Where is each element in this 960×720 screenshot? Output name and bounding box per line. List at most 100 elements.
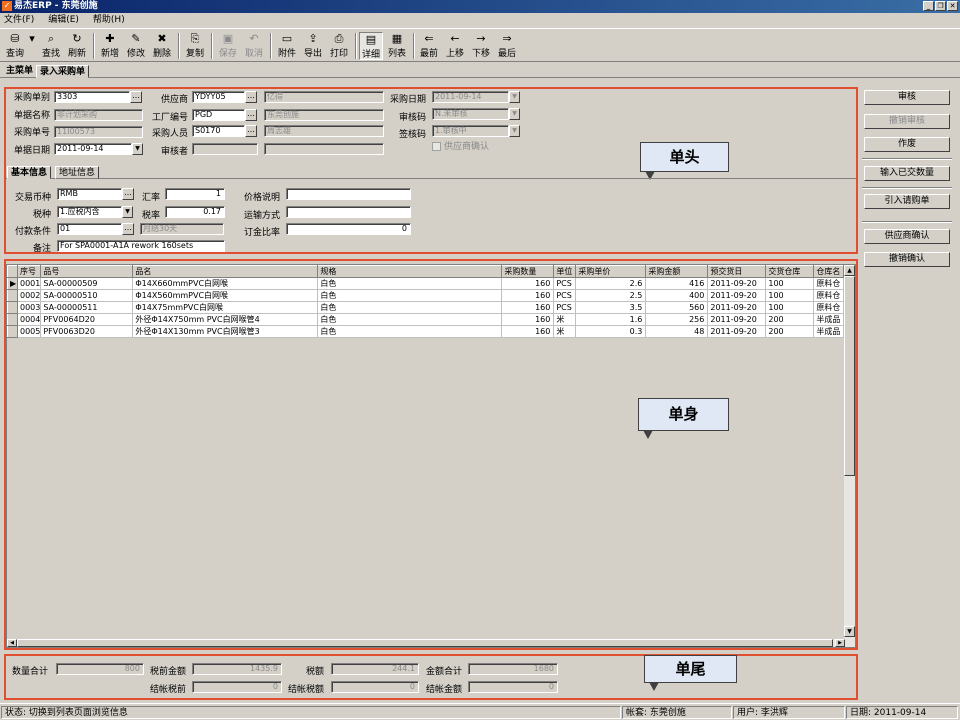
price-note-field[interactable] — [286, 188, 411, 200]
scroll-down-icon[interactable]: ▼ — [844, 626, 855, 637]
cell[interactable]: 100 — [765, 277, 815, 290]
input-delivered-qty-button[interactable]: 输入已交数量 — [864, 166, 950, 181]
audit-button[interactable]: 审核 — [864, 90, 950, 105]
find-button[interactable]: ⌕ 查找 — [39, 32, 63, 60]
cell[interactable]: 0004 — [17, 313, 42, 326]
cell[interactable]: 白色 — [317, 277, 503, 290]
cell[interactable]: 1.6 — [575, 313, 647, 326]
cell[interactable]: 原料仓 — [813, 277, 845, 290]
cell[interactable]: 0005 — [17, 325, 42, 338]
save-button[interactable]: ▣ 保存 — [216, 32, 240, 60]
print-button[interactable]: ⎙ 打印 — [327, 32, 351, 60]
cell[interactable]: 160 — [501, 313, 555, 326]
menu-edit[interactable]: 编辑(E) — [48, 13, 79, 27]
cell[interactable]: 2011-09-20 — [707, 313, 767, 326]
next-record-button[interactable]: → 下移 — [469, 32, 493, 60]
rate-field[interactable]: 1 — [165, 188, 225, 200]
cell[interactable]: 2011-09-20 — [707, 277, 767, 290]
cell[interactable]: 160 — [501, 289, 555, 302]
scroll-right-icon[interactable]: ▶ — [835, 639, 845, 647]
cell[interactable]: 2011-09-20 — [707, 325, 767, 338]
pay-terms-field[interactable]: 01 — [57, 223, 122, 235]
refresh-button[interactable]: ↻ 刷新 — [65, 32, 89, 60]
col-unit[interactable]: 单位 — [553, 265, 577, 278]
cell[interactable]: PCS — [553, 301, 577, 314]
cancel-confirm-button[interactable]: 撤销确认 — [864, 252, 950, 267]
table-row[interactable]: 0003 SA-00000511 Φ14X75mmPVC白网喉 白色 160 PCS 3.5… — [7, 301, 845, 314]
copy-button[interactable]: ⎘ 复制 — [183, 32, 207, 60]
cell[interactable]: 100 — [765, 289, 815, 302]
cell[interactable]: 48 — [645, 325, 709, 338]
table-row[interactable]: 0002 SA-00000510 Φ14X560mmPVC白网喉 白色 160 PCS 2.… — [7, 289, 845, 302]
cell[interactable]: 原料仓 — [813, 301, 845, 314]
cg-type-field[interactable]: 3303 — [54, 91, 130, 103]
tax-rate-field[interactable]: 0.17 — [165, 206, 225, 218]
col-qty[interactable]: 采购数量 — [501, 265, 555, 278]
cell[interactable]: 0001 — [17, 277, 42, 290]
cell[interactable]: Φ14X560mmPVC白网喉 — [132, 289, 319, 302]
cell[interactable]: 0003 — [17, 301, 42, 314]
cell[interactable]: 外径Φ14X130mm PVC白网喉管3 — [132, 325, 319, 338]
cell[interactable]: PCS — [553, 277, 577, 290]
list-view-button[interactable]: ▦ 列表 — [385, 32, 409, 60]
minimize-icon[interactable]: _ — [923, 1, 934, 11]
tab-address-info[interactable]: 地址信息 — [55, 166, 100, 179]
currency-field[interactable]: RMB — [57, 188, 122, 200]
cell[interactable]: 200 — [765, 325, 815, 338]
factory-lookup-button[interactable]: … — [245, 109, 257, 121]
cell[interactable]: 白色 — [317, 325, 503, 338]
cell[interactable]: SA-00000510 — [40, 289, 134, 302]
menu-help[interactable]: 帮助(H) — [93, 13, 125, 27]
cell[interactable]: PCS — [553, 289, 577, 302]
close-icon[interactable]: ✕ — [947, 1, 958, 11]
cell[interactable]: 3.5 — [575, 301, 647, 314]
cell[interactable]: 400 — [645, 289, 709, 302]
table-row[interactable]: 0005 PFV0063D20 外径Φ14X130mm PVC白网喉管3 白色 160 米… — [7, 325, 845, 338]
buyer-code-field[interactable]: S0170 — [192, 125, 245, 137]
cell[interactable]: Φ14X75mmPVC白网喉 — [132, 301, 319, 314]
cell[interactable]: 160 — [501, 301, 555, 314]
col-warehouse[interactable]: 交货仓库 — [765, 265, 815, 278]
import-requisition-button[interactable]: 引入请购单 — [864, 194, 950, 209]
prev-record-button[interactable]: ← 上移 — [443, 32, 467, 60]
cell[interactable]: 米 — [553, 313, 577, 326]
cell[interactable]: 白色 — [317, 301, 503, 314]
cancel-button[interactable]: ↶ 取消 — [242, 32, 266, 60]
cg-type-lookup-button[interactable]: … — [130, 91, 142, 103]
supplier-lookup-button[interactable]: … — [245, 91, 257, 103]
scroll-up-icon[interactable]: ▲ — [844, 265, 855, 276]
detail-view-button[interactable]: ▤ 详细 — [359, 32, 383, 60]
currency-lookup-button[interactable]: … — [122, 188, 134, 200]
col-item-name[interactable]: 品名 — [132, 265, 319, 278]
cell[interactable]: 0002 — [17, 289, 42, 302]
cell[interactable]: 2011-09-20 — [707, 301, 767, 314]
restore-icon[interactable]: ❐ — [935, 1, 946, 11]
cell[interactable]: 白色 — [317, 313, 503, 326]
tab-basic-info[interactable]: 基本信息 — [7, 166, 52, 179]
vertical-scrollbar[interactable]: ▲ ▼ — [844, 265, 855, 647]
deposit-field[interactable]: 0 — [286, 223, 411, 235]
cell[interactable]: 2011-09-20 — [707, 289, 767, 302]
cell[interactable]: PFV0063D20 — [40, 325, 134, 338]
scroll-thumb[interactable] — [844, 276, 855, 476]
remark-field[interactable]: For SPA0001-A1A rework 160sets — [57, 240, 225, 252]
cell[interactable]: SA-00000509 — [40, 277, 134, 290]
cell[interactable]: 0.3 — [575, 325, 647, 338]
cell[interactable]: 100 — [765, 301, 815, 314]
col-spec[interactable]: 规格 — [317, 265, 503, 278]
supplier-code-field[interactable]: YDYY05 — [192, 91, 245, 103]
menu-file[interactable]: 文件(F) — [4, 13, 34, 27]
first-record-button[interactable]: ⇐ 最前 — [417, 32, 441, 60]
cell[interactable]: 白色 — [317, 289, 503, 302]
export-button[interactable]: ⇪ 导出 — [301, 32, 325, 60]
cell[interactable]: 256 — [645, 313, 709, 326]
cell[interactable]: 560 — [645, 301, 709, 314]
cell[interactable]: 半成品 — [813, 325, 845, 338]
col-amount[interactable]: 采购金额 — [645, 265, 709, 278]
cell[interactable]: 416 — [645, 277, 709, 290]
cell[interactable]: 半成品 — [813, 313, 845, 326]
col-delivery-date[interactable]: 预交货日 — [707, 265, 767, 278]
query-dropdown-button[interactable]: ▾ — [27, 32, 37, 60]
cell[interactable]: 2.5 — [575, 289, 647, 302]
tax-type-select[interactable]: 1.应税内含 — [57, 206, 122, 218]
